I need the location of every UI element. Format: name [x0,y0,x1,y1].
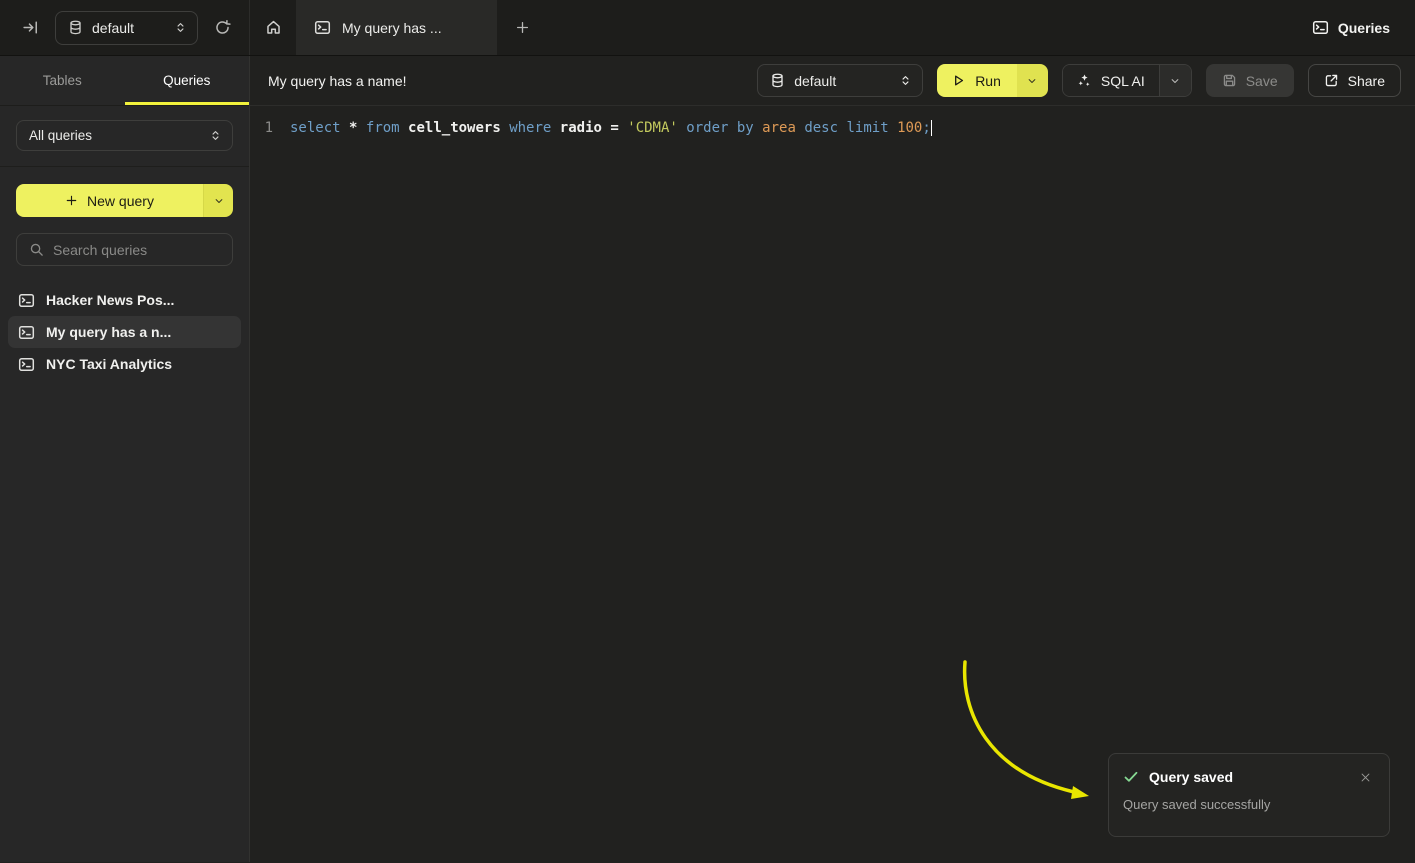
home-button[interactable] [250,0,296,55]
new-tab-button[interactable] [497,0,547,55]
new-query-split-button: New query [16,184,233,217]
tab-label: My query has ... [342,20,442,36]
plus-icon [515,20,530,35]
query-item-label: NYC Taxi Analytics [46,356,172,372]
editor-toolbar: default Run [757,64,1401,97]
query-item-label: My query has a n... [46,324,171,340]
refresh-icon [214,19,231,36]
sql-ai-split-button: SQL AI [1062,64,1192,97]
sparkles-icon [1077,73,1092,88]
arrow-to-bar-icon [22,19,39,36]
chevron-down-icon [1169,75,1181,87]
share-label: Share [1348,73,1385,89]
sql-console-app: default My query has .. [0,0,1415,863]
save-button[interactable]: Save [1206,64,1294,97]
editor-header: My query has a name! default [250,56,1415,106]
query-filter-select[interactable]: All queries [16,120,233,151]
play-icon [951,73,966,88]
search-queries-input[interactable] [53,242,234,258]
toast-title: Query saved [1149,769,1348,785]
query-list-item-hacker-news[interactable]: Hacker News Pos... [8,284,241,316]
new-query-button[interactable]: New query [16,184,203,217]
query-filter-value: All queries [29,128,201,143]
new-query-dropdown-button[interactable] [203,184,233,217]
sql-statement: select * from cell_towers where radio = … [290,117,931,139]
body: Tables Queries All queries New qu [0,56,1415,862]
queries-heading: Queries [1338,20,1390,36]
chevron-updown-icon [209,129,222,142]
terminal-icon [314,19,331,36]
query-list-item-my-query[interactable]: My query has a n... [8,316,241,348]
save-label: Save [1246,73,1278,89]
toast-header: Query saved [1123,769,1373,785]
text-cursor [931,120,933,136]
query-list-item-nyc-taxi[interactable]: NYC Taxi Analytics [8,348,241,380]
main-panel: My query has a name! default [250,56,1415,862]
new-query-label: New query [87,193,154,209]
plus-icon [65,194,78,207]
sidebar-tabs: Tables Queries [0,56,249,106]
query-item-label: Hacker News Pos... [46,292,174,308]
queries-terminal-icon [1312,19,1329,36]
tab-strip: My query has ... [250,0,1312,55]
run-dropdown-button[interactable] [1017,64,1048,97]
chevron-down-icon [213,195,225,207]
chevron-updown-icon [899,74,912,87]
line-number: 1 [250,117,273,139]
toast-query-saved: Query saved Query saved successfully [1108,753,1390,837]
toast-close-button[interactable] [1358,770,1373,785]
search-icon [29,242,44,257]
close-icon [1360,772,1371,783]
terminal-icon [18,292,35,309]
search-box [16,233,233,266]
collapse-sidebar-button[interactable] [20,17,41,38]
query-title: My query has a name! [268,73,407,89]
refresh-button[interactable] [212,17,233,38]
run-split-button: Run [937,64,1048,97]
sql-ai-dropdown-button[interactable] [1159,65,1191,96]
sidebar: Tables Queries All queries New qu [0,56,250,862]
database-icon [770,73,785,88]
share-external-icon [1324,73,1339,88]
check-icon [1123,769,1139,785]
topbar-database-selector[interactable]: default [55,11,198,45]
top-bar: default My query has .. [0,0,1415,56]
chevron-updown-icon [174,21,187,34]
database-selector-value: default [92,20,165,36]
top-bar-left: default [0,0,250,55]
run-button[interactable]: Run [937,64,1017,97]
save-icon [1222,73,1237,88]
sql-ai-button[interactable]: SQL AI [1063,65,1159,96]
sidebar-content: All queries New query [0,106,249,380]
home-icon [265,19,282,36]
sql-ai-label: SQL AI [1101,73,1145,89]
tab-my-query[interactable]: My query has ... [296,0,497,55]
run-label: Run [975,73,1001,89]
toast-message: Query saved successfully [1123,797,1373,812]
terminal-icon [18,356,35,373]
editor-database-selector[interactable]: default [757,64,923,97]
chevron-down-icon [1026,75,1038,87]
editor-database-value: default [794,73,890,89]
sidebar-divider [0,166,249,167]
share-button[interactable]: Share [1308,64,1401,97]
sql-editor[interactable]: 1 select * from cell_towers where radio … [250,106,1415,862]
query-list: Hacker News Pos... My query has a n... N… [8,284,241,380]
top-bar-right: Queries [1312,0,1415,55]
tab-queries[interactable]: Queries [125,56,250,105]
tab-tables[interactable]: Tables [0,56,125,105]
code-line: 1 select * from cell_towers where radio … [250,117,1415,139]
database-icon [68,20,83,35]
terminal-icon [18,324,35,341]
